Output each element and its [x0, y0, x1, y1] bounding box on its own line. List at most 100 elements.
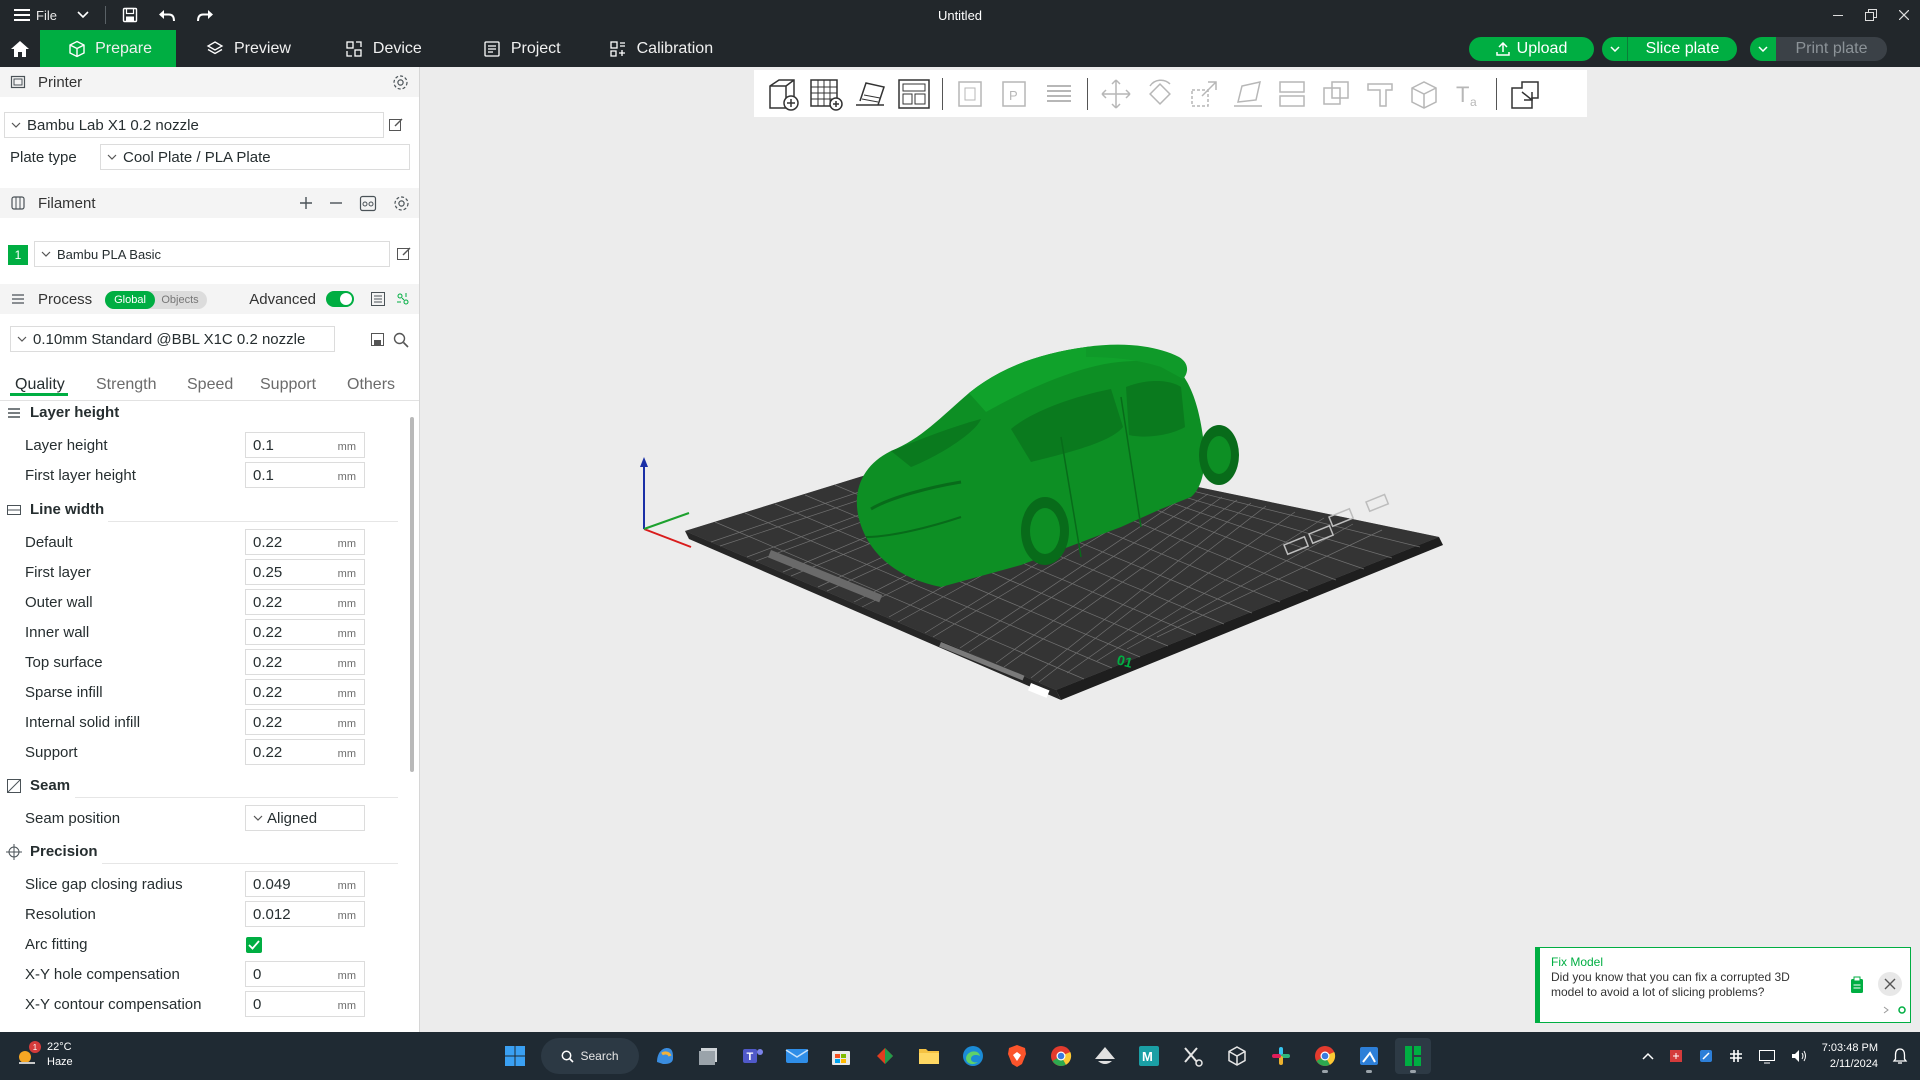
line-width-inner-wall-field[interactable]: 0.22 mm	[245, 619, 365, 645]
tab-speed[interactable]: Speed	[187, 376, 233, 394]
bambu-studio-app[interactable]	[1395, 1038, 1431, 1074]
compare-icon[interactable]	[396, 292, 410, 306]
chrome-app[interactable]	[1043, 1038, 1079, 1074]
scale-button[interactable]	[1182, 72, 1226, 116]
resolution-field[interactable]: 0.012 mm	[245, 901, 365, 927]
clipboard-icon[interactable]	[1850, 976, 1864, 994]
notification-close-button[interactable]	[1878, 972, 1902, 996]
office-app[interactable]	[867, 1038, 903, 1074]
tab-others[interactable]: Others	[347, 376, 395, 394]
markdown-app[interactable]: M	[1131, 1038, 1167, 1074]
tab-quality[interactable]: Quality	[15, 376, 65, 394]
tab-strength[interactable]: Strength	[96, 376, 156, 394]
brave-app[interactable]	[999, 1038, 1035, 1074]
filament-sync-icon[interactable]	[359, 195, 377, 212]
tab-device[interactable]: Device	[315, 30, 446, 67]
gear-icon[interactable]	[392, 74, 409, 91]
split-parts-button[interactable]: P	[993, 72, 1037, 116]
plate-type-select[interactable]: Cool Plate / PLA Plate	[100, 144, 410, 170]
tab-preview[interactable]: Preview	[176, 30, 315, 67]
slice-plate-button[interactable]: Slice plate	[1602, 36, 1737, 61]
lay-on-face-button[interactable]	[1226, 72, 1270, 116]
chevron-up-icon[interactable]	[1642, 1052, 1654, 1060]
fix-model-notification[interactable]: Fix Model Did you know that you can fix …	[1535, 947, 1911, 1023]
xy-contour-compensation-field[interactable]: 0 mm	[245, 991, 365, 1017]
undo-button[interactable]	[148, 0, 186, 30]
arrange-button[interactable]	[892, 72, 936, 116]
tab-support[interactable]: Support	[260, 376, 316, 394]
store-app[interactable]	[823, 1038, 859, 1074]
upload-button[interactable]: Upload	[1469, 36, 1594, 61]
cut-button[interactable]	[1270, 72, 1314, 116]
start-button[interactable]	[497, 1038, 533, 1074]
move-button[interactable]	[1094, 72, 1138, 116]
home-button[interactable]	[0, 30, 40, 67]
gear-icon[interactable]	[393, 195, 410, 212]
save-preset-icon[interactable]	[370, 332, 385, 347]
save-button[interactable]	[112, 0, 148, 30]
seam-position-select[interactable]: Aligned	[245, 805, 365, 831]
file-dropdown-button[interactable]	[67, 0, 99, 30]
filament-preset-select[interactable]: Bambu PLA Basic	[34, 241, 390, 267]
snipping-tool-app[interactable]	[1175, 1038, 1211, 1074]
support-painting-button[interactable]	[1358, 72, 1402, 116]
taskbar-search[interactable]: Search	[541, 1038, 639, 1074]
first-layer-height-field[interactable]: 0.1 mm	[245, 462, 365, 488]
line-width-default-field[interactable]: 0.22 mm	[245, 529, 365, 555]
seam-painting-button[interactable]	[1402, 72, 1446, 116]
xy-hole-compensation-field[interactable]: 0 mm	[245, 961, 365, 987]
line-width-support-field[interactable]: 0.22 mm	[245, 739, 365, 765]
notification-title[interactable]: Fix Model	[1551, 955, 1603, 969]
objects-option[interactable]: Objects	[155, 294, 205, 306]
print-plate-button[interactable]: Print plate	[1750, 36, 1887, 61]
line-width-first-layer-field[interactable]: 0.25 mm	[245, 559, 365, 585]
print-dropdown-button[interactable]	[1750, 36, 1776, 61]
slice-gap-closing-radius-field[interactable]: 0.049 mm	[245, 871, 365, 897]
edge-app[interactable]	[955, 1038, 991, 1074]
search-icon[interactable]	[393, 332, 409, 348]
assembly-view-button[interactable]	[1503, 72, 1547, 116]
remove-icon[interactable]	[329, 196, 343, 210]
rotate-button[interactable]	[1138, 72, 1182, 116]
edit-icon[interactable]	[388, 117, 404, 133]
tray-pen-icon[interactable]	[1698, 1048, 1714, 1064]
minimize-button[interactable]	[1821, 0, 1854, 30]
redo-button[interactable]	[186, 0, 224, 30]
mail-app[interactable]	[779, 1038, 815, 1074]
arc-fitting-checkbox[interactable]	[246, 937, 262, 953]
slack-app[interactable]	[1263, 1038, 1299, 1074]
process-preset-select[interactable]: 0.10mm Standard @BBL X1C 0.2 nozzle	[10, 326, 335, 352]
chrome-profile-app[interactable]	[1307, 1038, 1343, 1074]
line-width-sparse-infill-field[interactable]: 0.22 mm	[245, 679, 365, 705]
3d-viewport[interactable]: 01	[421, 67, 1920, 1032]
volume-icon[interactable]	[1790, 1048, 1808, 1064]
close-window-button[interactable]	[1887, 0, 1920, 30]
add-icon[interactable]	[299, 196, 313, 210]
list-view-icon[interactable]	[370, 291, 386, 307]
layer-height-field[interactable]: 0.1 mm	[245, 432, 365, 458]
unity-app[interactable]	[1219, 1038, 1255, 1074]
global-objects-toggle[interactable]: Global Objects	[105, 291, 207, 309]
tab-calibration[interactable]: Calibration	[585, 30, 737, 67]
restore-button[interactable]	[1854, 0, 1887, 30]
file-menu-button[interactable]: File	[0, 0, 67, 30]
notification-bell-icon[interactable]	[1892, 1047, 1908, 1065]
slice-dropdown-button[interactable]	[1602, 36, 1628, 61]
inkscape-app[interactable]	[1087, 1038, 1123, 1074]
line-width-top-surface-field[interactable]: 0.22 mm	[245, 649, 365, 675]
line-width-outer-wall-field[interactable]: 0.22 mm	[245, 589, 365, 615]
layer-editing-button[interactable]	[1037, 72, 1081, 116]
tab-project[interactable]: Project	[446, 30, 585, 67]
system-clock[interactable]: 7:03:48 PM 2/11/2024	[1822, 1040, 1878, 1072]
text-shape-button[interactable]: Ta	[1446, 72, 1490, 116]
tab-prepare[interactable]: Prepare	[40, 30, 176, 67]
tray-app-icon[interactable]	[1668, 1048, 1684, 1064]
mesh-boolean-button[interactable]	[1314, 72, 1358, 116]
photo-editor-app[interactable]	[1351, 1038, 1387, 1074]
global-option[interactable]: Global	[105, 291, 155, 309]
build-plate-scene[interactable]: 01	[421, 67, 1920, 1032]
auto-orient-button[interactable]	[848, 72, 892, 116]
advanced-toggle[interactable]	[326, 291, 354, 307]
task-view-app[interactable]	[691, 1038, 727, 1074]
teams-app[interactable]: T	[735, 1038, 771, 1074]
